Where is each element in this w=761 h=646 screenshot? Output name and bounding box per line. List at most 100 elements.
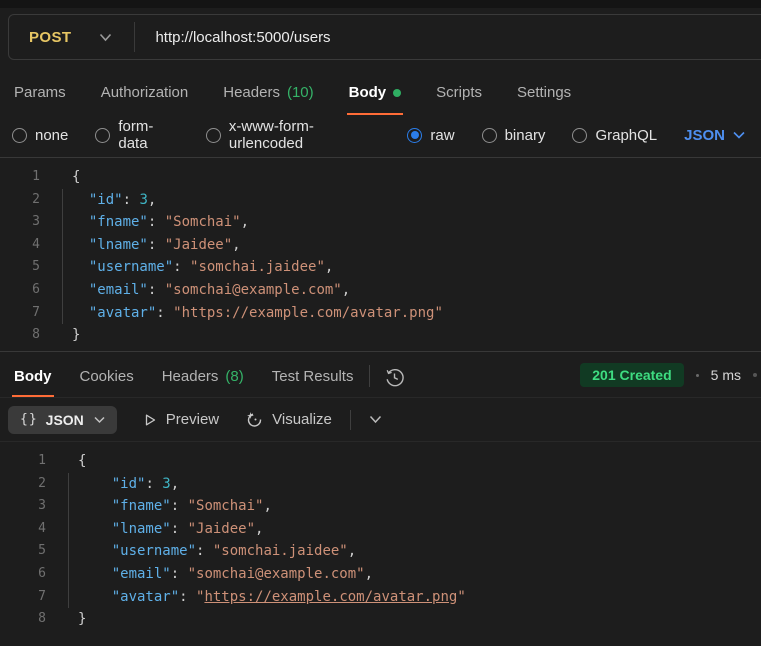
tab-label: Cookies xyxy=(79,368,134,385)
meta-separator-dot xyxy=(695,373,699,377)
indent-guide xyxy=(62,188,63,325)
body-type-row: none form-data x-www-form-urlencoded raw bin… xyxy=(0,115,761,157)
preview-button[interactable]: Preview xyxy=(143,411,219,428)
window-top-strip xyxy=(0,0,761,8)
code-line: 1{ xyxy=(0,166,761,189)
tab-label: Scripts xyxy=(436,84,482,101)
tab-label: Body xyxy=(14,368,52,385)
radio-label: form-data xyxy=(118,118,154,152)
line-number: 6 xyxy=(38,565,46,581)
line-number: 3 xyxy=(32,214,40,230)
request-tab-headers[interactable]: Headers (10) xyxy=(221,78,315,115)
radio-icon[interactable] xyxy=(12,127,27,143)
body-type-form-data[interactable]: form-data xyxy=(95,118,179,152)
code-line: 4 "lname": "Jaidee", xyxy=(0,518,761,541)
line-number: 7 xyxy=(32,304,40,320)
request-tab-authorization[interactable]: Authorization xyxy=(99,78,191,115)
radio-label: none xyxy=(35,126,69,144)
code-line: 5 "username": "somchai.jaidee", xyxy=(0,540,761,563)
response-header: Body Cookies Headers (8) Test Results 201 Cr… xyxy=(0,352,761,398)
raw-format-dropdown[interactable]: JSON xyxy=(684,127,745,144)
code-line: 3 "fname": "Somchai", xyxy=(0,211,761,234)
code-line: 8} xyxy=(0,608,761,631)
tab-label: Params xyxy=(14,84,66,101)
tab-label: Headers xyxy=(161,368,219,385)
history-icon[interactable] xyxy=(384,367,405,397)
chevron-down-icon xyxy=(94,416,105,424)
status-badge: 201 Created xyxy=(580,363,684,387)
indent-guide xyxy=(68,472,69,609)
url-bar: POST http://localhost:5000/users xyxy=(8,14,761,60)
request-body-editor[interactable]: 1{2 "id": 3, 3 "fname": "Somchai", 4 "lnam… xyxy=(0,157,761,352)
code-line: 6 "email": "somchai@example.com", xyxy=(0,279,761,302)
radio-label: x-www-form-urlencoded xyxy=(228,118,314,152)
radio-icon[interactable] xyxy=(95,127,111,143)
radio-label: GraphQL xyxy=(595,126,658,144)
body-type-none[interactable]: none xyxy=(12,127,68,144)
radio-icon[interactable] xyxy=(572,127,588,143)
tab-label: Settings xyxy=(516,84,572,101)
tab-label: Body xyxy=(348,84,387,101)
line-number: 7 xyxy=(38,588,46,604)
radio-icon[interactable] xyxy=(205,127,221,143)
more-options-chevron[interactable] xyxy=(369,415,382,424)
response-tab-cookies[interactable]: Cookies xyxy=(78,362,136,397)
request-tab-scripts[interactable]: Scripts xyxy=(434,78,484,115)
visualize-button[interactable]: Visualize xyxy=(245,411,332,429)
code-line: 6 "email": "somchai@example.com", xyxy=(0,563,761,586)
request-tab-settings[interactable]: Settings xyxy=(515,78,573,115)
tab-label: Test Results xyxy=(271,368,354,385)
raw-format-label: JSON xyxy=(684,126,725,144)
radio-label: binary xyxy=(504,126,546,144)
response-tab-headers[interactable]: Headers (8) xyxy=(160,362,246,397)
line-number: 2 xyxy=(38,475,46,491)
request-tab-params[interactable]: Params xyxy=(12,78,68,115)
response-body-viewer[interactable]: 1{2 "id": 3, 3 "fname": "Somchai", 4 "lnam… xyxy=(0,442,761,638)
visualize-label: Visualize xyxy=(272,411,332,428)
line-number: 1 xyxy=(38,453,46,468)
toolbar-divider xyxy=(349,409,351,430)
radio-icon[interactable] xyxy=(407,127,423,143)
body-type-graphql[interactable]: GraphQL xyxy=(572,127,657,144)
line-number: 3 xyxy=(38,498,46,514)
line-number: 4 xyxy=(32,236,40,252)
code-line: 5 "username": "somchai.jaidee", xyxy=(0,256,761,279)
response-toolbar: {} JSON Preview Visualize xyxy=(0,398,761,442)
response-tabs: Body Cookies Headers (8) Test Results xyxy=(12,362,355,397)
avatar-url-link[interactable]: https://example.com/avatar.png xyxy=(204,589,457,605)
chevron-down-icon[interactable] xyxy=(99,33,112,42)
response-tab-body[interactable]: Body xyxy=(12,362,54,397)
request-url-bar-section: POST http://localhost:5000/users xyxy=(0,8,761,67)
code-line: 3 "fname": "Somchai", xyxy=(0,495,761,518)
body-type-x-www-form-urlencoded[interactable]: x-www-form-urlencoded xyxy=(205,118,381,152)
method-label: POST xyxy=(29,28,72,46)
response-header-divider xyxy=(369,365,371,387)
response-time: 5 ms xyxy=(710,367,741,383)
line-number: 2 xyxy=(32,191,40,207)
method-dropdown[interactable]: POST xyxy=(9,29,112,46)
code-line: 2 "id": 3, xyxy=(0,189,761,212)
meta-separator-dot xyxy=(753,373,757,377)
line-number: 5 xyxy=(32,259,40,275)
body-type-binary[interactable]: binary xyxy=(481,126,546,144)
green-dot-icon xyxy=(393,88,402,97)
code-line: 2 "id": 3, xyxy=(0,473,761,496)
code-line: 7 "avatar": "https://example.com/avatar.… xyxy=(0,302,761,325)
chevron-down-icon xyxy=(733,131,745,139)
body-type-raw[interactable]: raw xyxy=(407,126,455,144)
tab-count-badge: (8) xyxy=(225,368,244,385)
response-format-dropdown[interactable]: {} JSON xyxy=(8,405,117,434)
tab-count-badge: (10) xyxy=(286,84,314,101)
radio-label: raw xyxy=(430,126,455,144)
line-number: 8 xyxy=(38,611,46,627)
request-tabs: Params Authorization Headers (10) Body Script… xyxy=(0,67,761,115)
url-input[interactable]: http://localhost:5000/users xyxy=(135,29,761,46)
response-tab-test-results[interactable]: Test Results xyxy=(270,362,356,397)
response-meta: 201 Created 5 ms xyxy=(580,363,757,397)
radio-icon[interactable] xyxy=(481,127,497,143)
sparkle-icon xyxy=(247,411,262,427)
line-number: 1 xyxy=(32,169,40,184)
play-icon xyxy=(145,414,155,425)
request-tab-body[interactable]: Body xyxy=(346,78,404,115)
tab-label: Headers xyxy=(223,84,280,101)
